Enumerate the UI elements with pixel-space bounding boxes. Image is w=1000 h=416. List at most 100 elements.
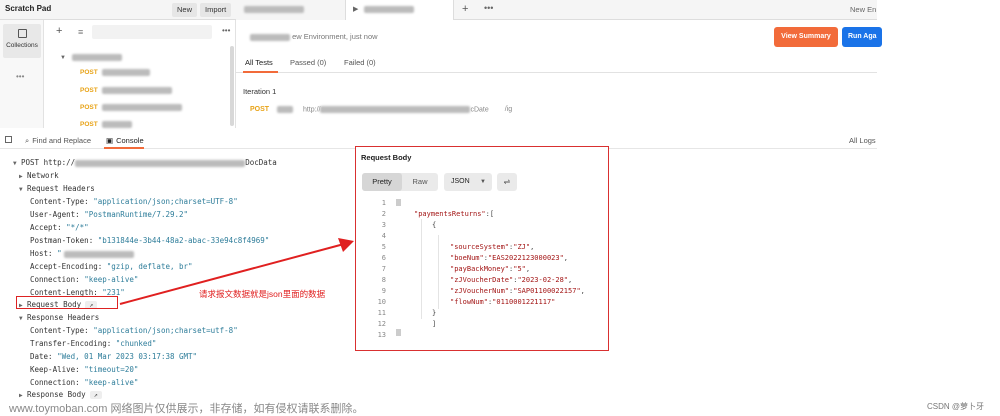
add-tab-icon[interactable]: + — [462, 3, 468, 15]
line-number: 4 — [381, 232, 386, 240]
sidebar: Collections ••• — [0, 20, 44, 128]
header-row: Content-Type: "application/json;charset=… — [30, 197, 238, 206]
json-punct: , — [530, 243, 535, 251]
response-body-node[interactable]: ▶ Response Body ↗ — [19, 390, 102, 399]
wrap-lines-icon[interactable]: ⇌ — [497, 173, 517, 191]
tab-find-and-replace[interactable]: ⌕ Find and Replace — [25, 136, 91, 146]
open-external-icon[interactable]: ↗ — [89, 391, 102, 399]
top-bar: Scratch Pad New Import ▶ + ••• New En — [0, 0, 877, 20]
fold-marker[interactable] — [396, 329, 401, 336]
header-value: "PostmanRuntime/7.29.2" — [84, 210, 189, 219]
collections-icon — [17, 29, 27, 38]
sidebar-more-icon[interactable]: ••• — [16, 72, 24, 81]
code-viewer[interactable]: 1 2 3 4 5 6 7 8 9 10 11 12 13 "paymentsR… — [356, 199, 606, 349]
request-line-text: POST http:// — [21, 158, 76, 167]
all-logs-dropdown[interactable]: All Logs — [849, 136, 876, 145]
list-item[interactable]: POST — [80, 87, 172, 94]
tab-console[interactable]: ▣ Console — [106, 136, 144, 145]
blurred-request-name — [101, 87, 172, 94]
runner-tab[interactable]: ▶ — [346, 0, 454, 20]
line-number: 8 — [381, 276, 386, 284]
code-line: ] — [432, 320, 437, 328]
format-select[interactable]: JSON ▼ — [444, 173, 492, 191]
tab-more-icon[interactable]: ••• — [484, 3, 493, 13]
blurred-request-name — [101, 121, 132, 128]
sidebar-item-collections[interactable]: Collections — [3, 24, 41, 58]
workspace-title: Scratch Pad — [5, 4, 52, 13]
import-button[interactable]: Import — [200, 3, 232, 17]
toggle-sidebar-icon[interactable] — [5, 136, 12, 143]
response-headers-label: Response Headers — [27, 313, 100, 322]
add-collection-icon[interactable]: + — [56, 25, 62, 37]
json-value: "EAS2022123000023" — [487, 254, 564, 262]
json-key: "flowNum" — [450, 298, 488, 306]
response-body-label: Response Body — [27, 390, 86, 399]
tab-failed[interactable]: Failed (0) — [344, 58, 376, 67]
console-label: Console — [116, 136, 144, 145]
code-line: { — [432, 221, 437, 229]
request-tab-1[interactable] — [236, 0, 346, 20]
fold-marker[interactable] — [396, 199, 401, 206]
code-line: "flowNum":"0110001221117" — [450, 298, 555, 306]
blurred-tab-name — [244, 6, 304, 13]
environment-selector[interactable]: New En — [850, 5, 876, 14]
new-button[interactable]: New — [172, 3, 198, 17]
network-node[interactable]: ▶ Network — [19, 171, 59, 180]
chevron-down-icon: ▼ — [19, 315, 23, 322]
network-label: Network — [27, 171, 59, 180]
collections-more-icon[interactable]: ••• — [222, 26, 230, 35]
view-summary-button[interactable]: View Summary — [774, 27, 838, 47]
code-line: "boeNum":"EAS2022123000023", — [450, 254, 568, 262]
line-number: 5 — [381, 243, 386, 251]
header-row: Accept: "*/*" — [30, 223, 89, 232]
header-value: "timeout=20" — [84, 365, 139, 374]
line-number: 7 — [381, 265, 386, 273]
request-url-tail: /ig — [504, 106, 513, 114]
tab-passed[interactable]: Passed (0) — [290, 58, 326, 67]
run-again-button[interactable]: Run Aga — [842, 27, 882, 47]
json-punct: , — [563, 254, 569, 262]
request-line-end: DocData — [245, 158, 277, 167]
collection-folder[interactable]: ▼ — [60, 52, 123, 61]
code-line: "zJVoucherNum":"SAP01100022157", — [450, 287, 585, 295]
header-key: Connection: — [30, 378, 80, 387]
json-key: "sourceSystem" — [450, 243, 510, 251]
iteration-request-row[interactable]: POST http:// cDate /ig — [250, 106, 512, 113]
request-line[interactable]: ▼ POST http:// DocData — [13, 158, 277, 167]
header-row: Transfer-Encoding: "chunked" — [30, 339, 156, 348]
chevron-down-icon: ▼ — [13, 160, 17, 167]
header-value: "Wed, 01 Mar 2023 03:17:38 GMT" — [57, 352, 198, 361]
search-icon: ⌕ — [25, 136, 30, 145]
filter-icon[interactable]: ≡ — [78, 27, 83, 37]
header-key: Host: — [30, 249, 53, 258]
scrollbar[interactable] — [230, 46, 234, 126]
search-input[interactable] — [92, 25, 212, 39]
method-badge: POST — [80, 87, 98, 95]
line-number: 3 — [381, 221, 386, 229]
list-item[interactable]: POST — [80, 69, 150, 76]
list-item[interactable]: POST — [80, 121, 132, 128]
response-headers-node[interactable]: ▼ Response Headers — [19, 313, 99, 322]
request-headers-node[interactable]: ▼ Request Headers — [19, 184, 95, 193]
line-number: 11 — [377, 309, 386, 317]
blurred-url — [320, 106, 471, 113]
tab-all-tests[interactable]: All Tests — [245, 58, 273, 67]
method-badge: POST — [250, 106, 270, 114]
view-mode-toggle: Pretty Raw — [362, 173, 438, 191]
chevron-down-icon: ▼ — [19, 186, 23, 193]
header-row: Connection: "keep-alive" — [30, 378, 138, 387]
chevron-right-icon: ▶ — [19, 173, 23, 180]
header-row: Keep-Alive: "timeout=20" — [30, 365, 138, 374]
header-key: Keep-Alive: — [30, 365, 80, 374]
collections-panel: + ≡ ••• ▼ POST POST POST POST — [44, 20, 236, 128]
header-row: User-Agent: "PostmanRuntime/7.29.2" — [30, 210, 188, 219]
tab-pretty[interactable]: Pretty — [362, 173, 402, 191]
console-icon: ▣ — [106, 136, 114, 145]
tab-raw[interactable]: Raw — [406, 173, 434, 191]
header-key: Connection: — [30, 275, 80, 284]
line-number: 13 — [377, 331, 386, 339]
line-number: 9 — [381, 287, 386, 295]
json-punct: :[ — [485, 210, 495, 218]
list-item[interactable]: POST — [80, 104, 182, 111]
header-key: Content-Type: — [30, 197, 89, 206]
